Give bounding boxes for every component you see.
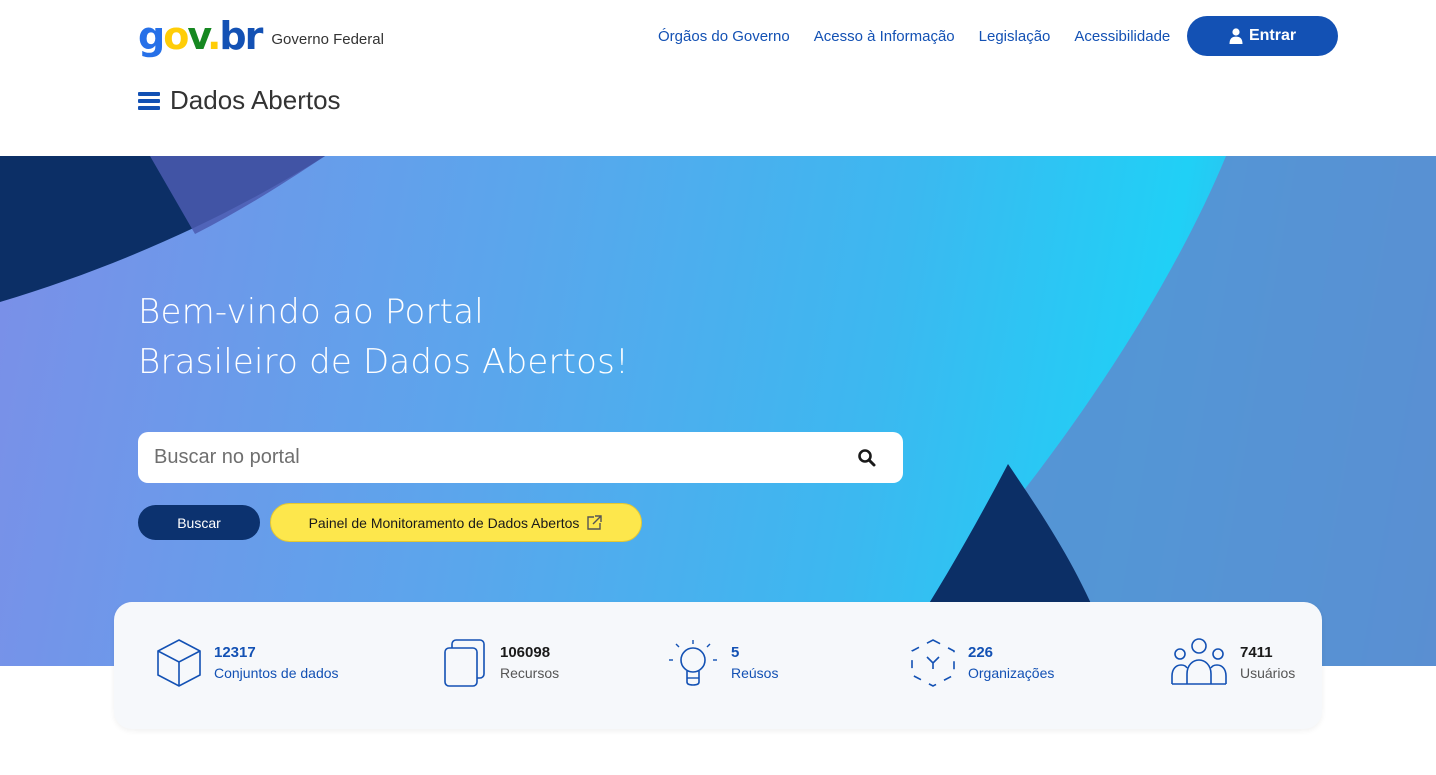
stat-label: Reúsos: [731, 665, 779, 681]
site-title[interactable]: Dados Abertos: [170, 85, 341, 116]
login-button-label: Entrar: [1248, 27, 1297, 44]
government-name: Governo Federal: [271, 30, 384, 48]
hero-title-line-1: Bem-vindo ao Portal: [138, 292, 484, 332]
stat-users[interactable]: 7411 Usuários: [1170, 638, 1295, 688]
monitoring-panel-label: Painel de Monitoramento de Dados Abertos: [308, 514, 580, 531]
hamburger-menu-icon[interactable]: [138, 91, 160, 110]
stat-label: Conjuntos de dados: [214, 665, 339, 681]
cube-icon: [157, 639, 201, 687]
hero-title-line-2: Brasileiro de Dados Abertos!: [138, 342, 629, 382]
nav-link-legislacao[interactable]: Legislação: [979, 28, 1051, 45]
hero-title: Bem-vindo ao Portal Brasileiro de Dados …: [138, 287, 629, 387]
nav-link-acessibilidade[interactable]: Acessibilidade: [1074, 28, 1170, 45]
stat-datasets[interactable]: 12317 Conjuntos de dados: [156, 638, 339, 688]
lightbulb-icon: [669, 640, 717, 686]
user-icon: [1229, 28, 1243, 44]
govbr-logo-mark: gov.br: [138, 14, 263, 58]
search-icon[interactable]: [857, 448, 877, 468]
stat-reuses[interactable]: 5 Reúsos: [667, 638, 778, 688]
stat-organizations[interactable]: 226 Organizações: [910, 638, 1054, 688]
stat-value: 106098: [500, 644, 551, 661]
network-icon: [911, 639, 955, 687]
stat-value: 5: [731, 644, 740, 661]
search-bar: [138, 432, 903, 483]
login-button[interactable]: Entrar: [1187, 16, 1338, 56]
hero-banner: Bem-vindo ao Portal Brasileiro de Dados …: [0, 156, 1436, 666]
stat-label: Organizações: [968, 665, 1055, 681]
stat-label: Usuários: [1240, 665, 1296, 681]
stats-card: 12317 Conjuntos de dados 106098 Recursos…: [114, 602, 1322, 729]
monitoring-panel-button[interactable]: Painel de Monitoramento de Dados Abertos: [270, 503, 642, 542]
stat-label: Recursos: [500, 665, 560, 681]
govbr-logo[interactable]: gov.br Governo Federal: [138, 14, 384, 58]
top-nav: Órgãos do Governo Acesso à Informação Le…: [658, 28, 1170, 45]
site-menu-row: Dados Abertos: [138, 85, 341, 116]
users-icon: [1171, 638, 1227, 685]
documents-icon: [444, 639, 485, 687]
nav-link-acesso-informacao[interactable]: Acesso à Informação: [814, 28, 955, 45]
search-button[interactable]: Buscar: [138, 505, 260, 540]
search-input[interactable]: [154, 446, 857, 469]
external-link-icon: [587, 514, 603, 530]
site-header: gov.br Governo Federal Órgãos do Governo…: [0, 0, 1436, 156]
hero-background-shapes: [0, 156, 1436, 666]
nav-link-orgaos[interactable]: Órgãos do Governo: [658, 28, 790, 45]
stat-resources[interactable]: 106098 Recursos: [442, 638, 559, 688]
stat-value: 226: [968, 644, 994, 661]
stat-value: 12317: [214, 644, 256, 661]
stat-value: 7411: [1240, 644, 1273, 661]
